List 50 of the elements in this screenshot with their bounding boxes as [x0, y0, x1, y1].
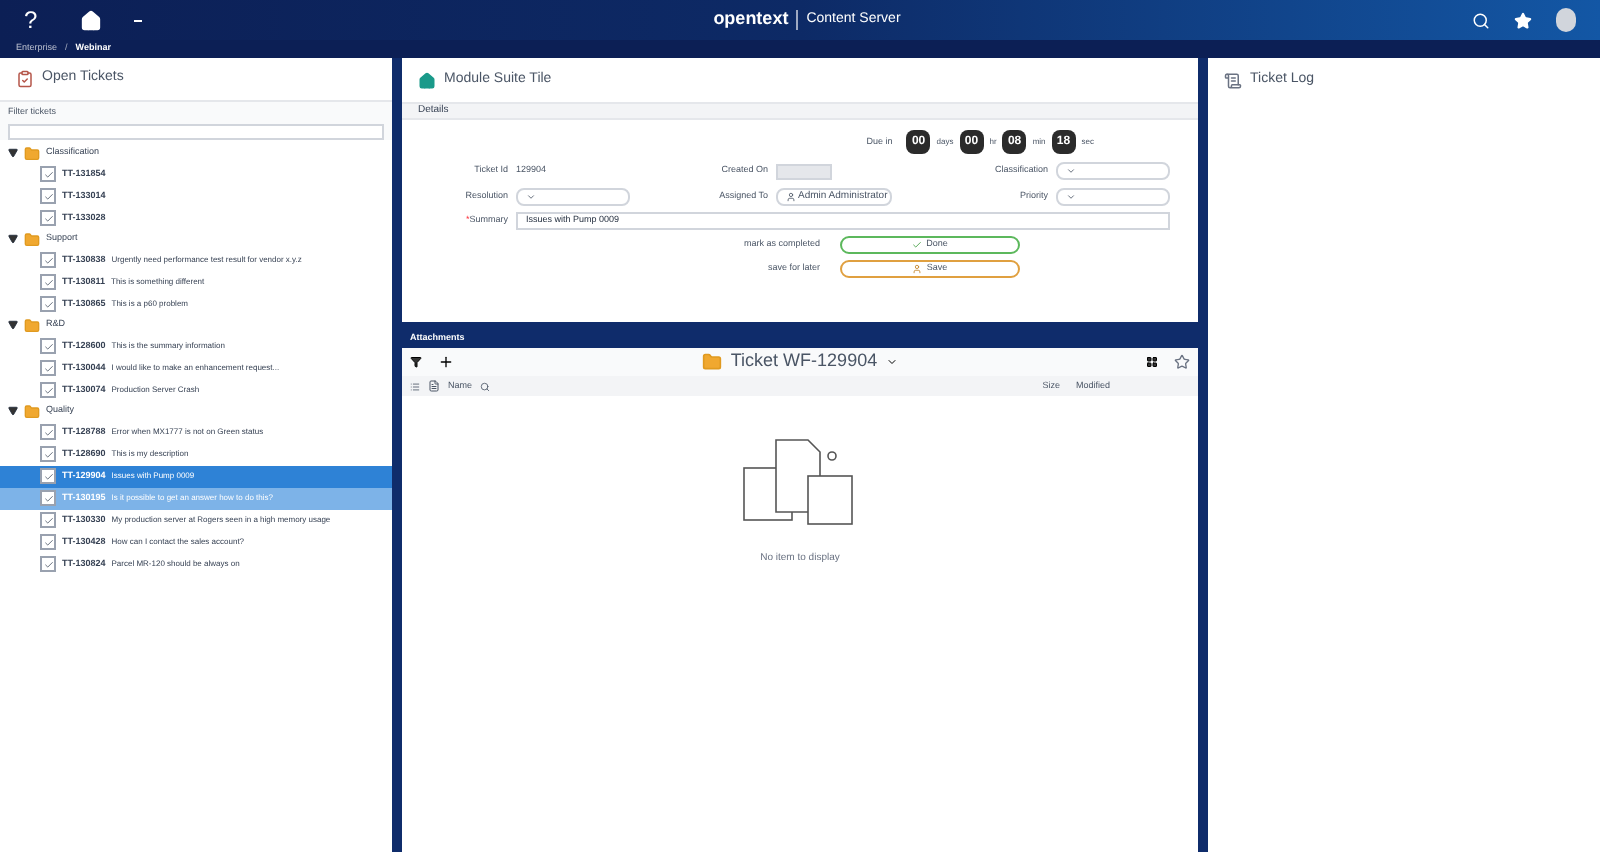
user-icon [786, 192, 796, 202]
logo: opentext [713, 6, 789, 33]
caret-icon [1066, 166, 1076, 176]
person-icon [912, 264, 923, 274]
checklist-icon [40, 338, 56, 355]
filter-icon[interactable] [410, 356, 422, 368]
star-icon[interactable] [1174, 354, 1190, 370]
caret-icon[interactable] [885, 356, 898, 368]
avatar[interactable] [1556, 8, 1576, 32]
checklist-icon [40, 274, 56, 291]
folder-icon [24, 231, 40, 248]
checklist-icon [40, 360, 56, 377]
home-icon[interactable] [80, 9, 102, 31]
checklist-icon [40, 534, 56, 551]
help-button[interactable]: ? [24, 2, 56, 38]
folder-icon [702, 352, 723, 372]
caret-icon [526, 192, 536, 202]
favorites-star-icon[interactable] [1514, 11, 1532, 29]
checklist-icon [40, 424, 56, 441]
folder-icon [24, 145, 40, 162]
add-icon[interactable] [438, 354, 454, 370]
document-icon [428, 380, 440, 392]
expand-triangle-icon[interactable] [8, 148, 18, 159]
search-icon[interactable] [480, 381, 491, 391]
expand-triangle-icon[interactable] [8, 320, 18, 331]
checklist-icon [40, 166, 56, 183]
expand-triangle-icon[interactable] [8, 406, 18, 417]
folder-title: Ticket WF-129904 [730, 348, 878, 375]
menu-dash-icon[interactable] [134, 19, 142, 21]
checklist-icon [40, 252, 56, 269]
check-icon [912, 240, 923, 250]
checklist-icon [40, 556, 56, 573]
checklist-icon [40, 296, 56, 313]
checklist-icon [40, 210, 56, 227]
folder-icon [24, 317, 40, 334]
checklist-icon [40, 490, 56, 507]
checklist-icon [40, 382, 56, 399]
tickets-icon [16, 70, 34, 88]
created-on-field [776, 163, 832, 179]
caret-icon [1066, 192, 1076, 202]
expand-triangle-icon[interactable] [8, 234, 18, 245]
checklist-icon [40, 468, 56, 485]
home-icon [418, 71, 436, 89]
log-icon [1224, 71, 1242, 89]
checklist-icon [40, 512, 56, 529]
folder-icon [24, 403, 40, 420]
filter-input[interactable] [8, 123, 384, 140]
checklist-icon [40, 446, 56, 463]
checklist-icon [40, 188, 56, 205]
grid-view-icon[interactable] [1146, 356, 1158, 368]
